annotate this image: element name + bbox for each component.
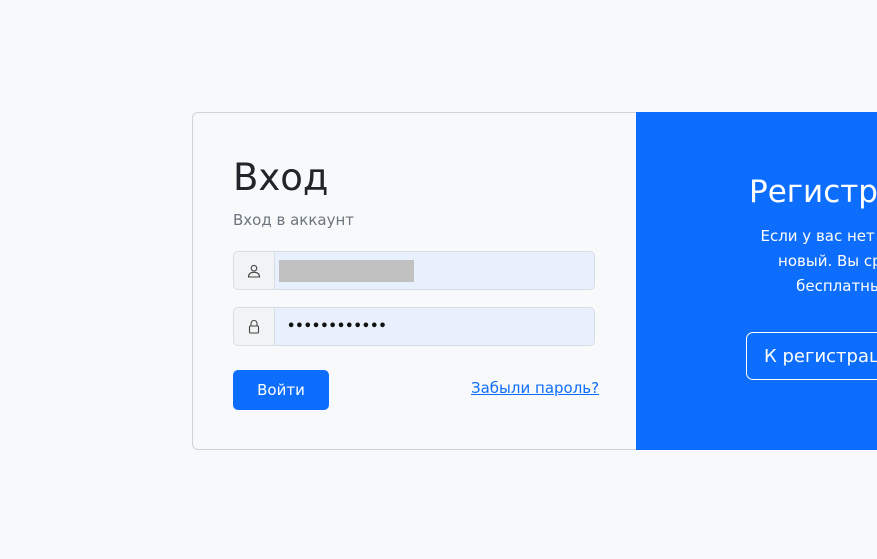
login-button[interactable]: Войти [233, 370, 329, 410]
password-value: •••••••••••• [287, 319, 387, 334]
lock-icon [234, 308, 275, 345]
register-text-line: бесплатный тест н [796, 277, 877, 295]
register-text: Если у вас нет аккаунта, пр новый. Вы ср… [636, 224, 877, 299]
username-input[interactable] [275, 252, 594, 289]
register-pane: Регистра Если у вас нет аккаунта, пр нов… [636, 112, 877, 450]
register-text-line: Если у вас нет аккаунта, пр [760, 227, 877, 245]
username-input-group [233, 251, 595, 290]
auth-card: Вход Вход в аккаунт •••••••••••• Войти З… [192, 112, 877, 450]
password-input[interactable]: •••••••••••• [275, 308, 594, 345]
register-button[interactable]: К регистрац [746, 332, 877, 380]
forgot-password-link[interactable]: Забыли пароль? [471, 379, 599, 397]
register-title: Регистра [749, 174, 877, 210]
register-text-line: новый. Вы сразу сможе [778, 252, 877, 270]
password-input-group: •••••••••••• [233, 307, 595, 346]
redacted-username [279, 259, 414, 282]
login-title: Вход [233, 156, 329, 199]
user-icon [234, 252, 275, 289]
login-pane: Вход Вход в аккаунт •••••••••••• Войти З… [192, 112, 636, 450]
login-subtitle: Вход в аккаунт [233, 211, 355, 229]
